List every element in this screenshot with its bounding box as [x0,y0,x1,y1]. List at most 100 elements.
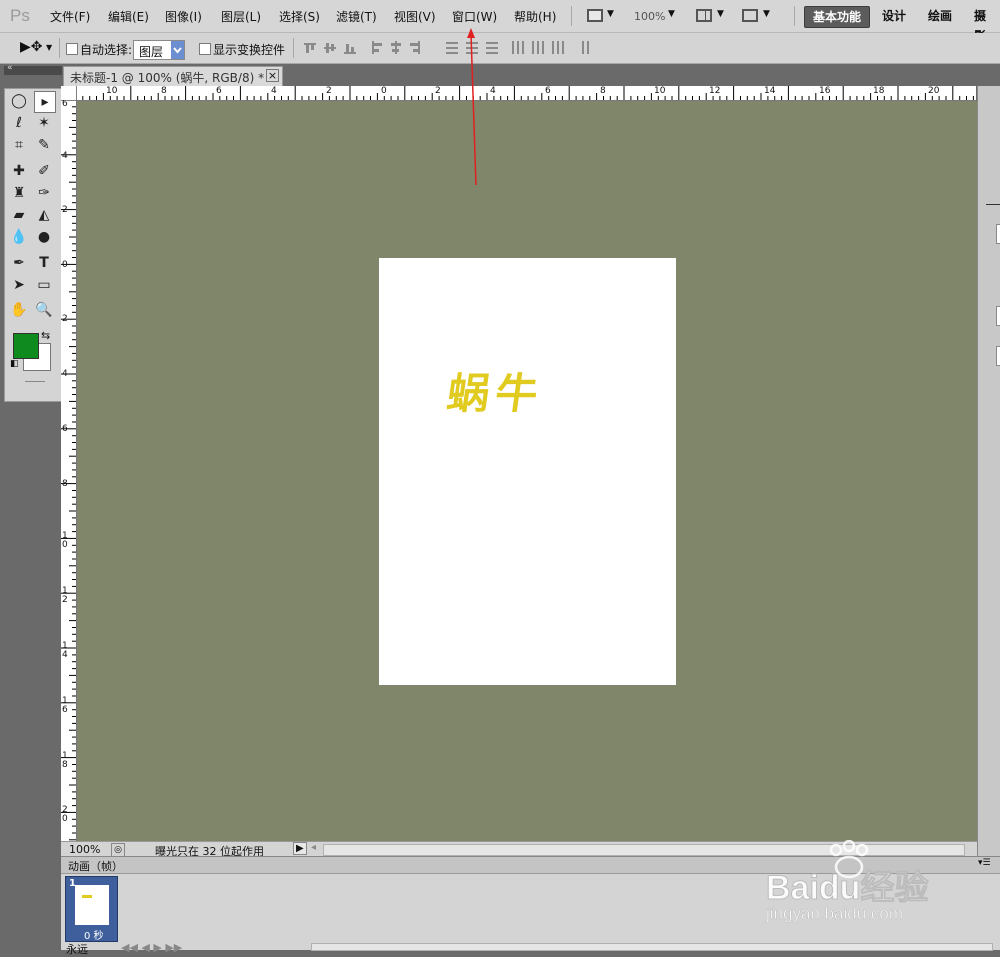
menu-filter[interactable]: 滤镜(T) [336,8,377,25]
workspace-design[interactable]: 设计 [874,6,914,26]
align-distribute-icons[interactable] [304,41,589,57]
menu-image[interactable]: 图像(I) [165,8,202,25]
arrange-documents-icon[interactable] [696,9,712,22]
show-transform-label: 显示变换控件 [213,43,286,57]
hruler-label: 6 [545,86,551,96]
shape-tool-icon[interactable]: ▭ [34,275,54,295]
horizontal-ruler-ticks [76,86,974,100]
brush-tool-icon[interactable]: ✐ [34,161,54,181]
bridge-icon[interactable] [587,9,603,22]
hruler-label: 2 [326,86,332,96]
workspace-photography[interactable]: 摄影 [966,6,1000,43]
chevron-down-icon[interactable] [171,41,184,59]
animation-frame[interactable]: 1 0 秒 [65,876,118,942]
watermark-url: jingyan.baidu.com [766,904,904,924]
workspace-painting[interactable]: 绘画 [920,6,960,26]
hruler-label: 12 [709,86,721,96]
panel-tab[interactable] [996,224,1000,244]
vruler-label: 0 [62,260,68,270]
magic-wand-icon[interactable]: ✶ [34,113,54,133]
hand-tool-icon[interactable]: ✋ [9,300,29,320]
pen-tool-icon[interactable]: ✒ [9,253,29,273]
foreground-color-swatch[interactable] [13,333,39,359]
clone-stamp-icon[interactable]: ♜ [9,183,29,203]
default-colors-icon[interactable]: ◧ [10,359,19,369]
zoom-tool-icon[interactable]: 🔍 [34,300,54,320]
chevron-down-icon: ▼ [763,9,770,19]
swap-colors-icon[interactable]: ⇆ [41,329,50,342]
workspace-basic[interactable]: 基本功能 [804,6,871,28]
hruler-label: 8 [161,86,167,96]
screen-mode-icon[interactable] [742,9,758,22]
panel-tab[interactable] [996,306,1000,326]
chevron-down-icon[interactable]: ▼ [668,9,675,19]
eraser-tool-icon[interactable]: ▰ [9,205,29,225]
zoom-level[interactable]: 100% [634,10,665,23]
status-zoom[interactable]: 100% [69,843,100,856]
show-transform-checkbox[interactable] [199,43,211,55]
playback-controls-icon[interactable]: ◀◀ ◀ ▶ ▶▶ [121,941,182,954]
lasso-tool-icon[interactable]: ℓ [9,113,29,133]
watermark-brand: Baidu经验 [765,869,929,908]
vruler-label: 10 [62,531,68,550]
document-canvas[interactable] [379,258,676,685]
frame-delay[interactable]: 0 秒 [84,927,104,942]
dodge-tool-icon[interactable]: ● [34,227,54,247]
auto-select-checkbox[interactable] [66,43,78,55]
ruler-corner [61,86,77,101]
hruler-label: 4 [490,86,496,96]
tools-panel: ◯ ▸ ℓ ✶ ⌗ ✎ ✚ ✐ ♜ ✑ ▰ ◭ 💧 ● ✒ T ➤ ▭ ✋ 🔍 … [4,88,62,402]
menu-help[interactable]: 帮助(H) [514,8,556,25]
hruler-label: 0 [381,86,387,96]
hruler-label: 18 [873,86,885,96]
menu-window[interactable]: 窗口(W) [452,8,497,25]
move-tool-icon[interactable]: ▶✥ [20,39,43,55]
blur-tool-icon[interactable]: 💧 [9,227,29,247]
chevron-down-icon: ▼ [607,9,614,19]
status-info-icon[interactable]: ◎ [111,843,125,857]
quick-mask-icon[interactable] [25,381,45,382]
panel-menu-icon[interactable]: ▾☰ [978,858,991,868]
animation-panel-title: 动画（帧） [68,860,123,873]
crop-tool-icon[interactable]: ⌗ [9,135,29,155]
chevron-down-icon[interactable]: ▼ [46,43,52,52]
vruler-label: 18 [62,751,68,770]
menu-divider [571,6,572,26]
marquee-tool-icon[interactable]: ◯ [9,91,29,111]
hruler-label: 4 [271,86,277,96]
paint-bucket-icon[interactable]: ◭ [34,205,54,225]
scroll-left-icon[interactable]: ◂ [311,842,316,853]
auto-select-label: 自动选择: [80,43,133,57]
menu-view[interactable]: 视图(V) [394,8,436,25]
menu-layer[interactable]: 图层(L) [221,8,261,25]
animation-scrollbar[interactable] [311,943,993,951]
move-tool-icon[interactable]: ▸ [34,91,56,113]
close-icon[interactable]: × [266,69,279,82]
eyedropper-icon[interactable]: ✎ [34,135,54,155]
path-selection-icon[interactable]: ➤ [9,275,29,295]
document-tab[interactable]: 未标题-1 @ 100% (蜗牛, RGB/8) * × [63,66,283,87]
menu-edit[interactable]: 编辑(E) [108,8,149,25]
horizontal-ruler: 10 8 6 4 2 0 2 4 6 8 10 12 14 16 18 20 [76,86,976,101]
chevron-down-icon: ▼ [717,9,724,19]
panel-tab[interactable] [996,346,1000,366]
collapse-icon[interactable]: « [7,63,13,73]
options-bar: ▶✥ ▼ 自动选择: 图层 显示变换控件 [0,33,1000,64]
canvas-text-layer[interactable]: 蜗牛 [444,360,549,421]
hruler-label: 6 [216,86,222,96]
type-tool-icon[interactable]: T [34,253,54,273]
vruler-label: 4 [62,151,68,161]
history-brush-icon[interactable]: ✑ [34,183,54,203]
loop-option[interactable]: 永远 [66,941,88,957]
layer-select[interactable]: 图层 [133,40,185,60]
hruler-label: 20 [928,86,940,96]
menu-file[interactable]: 文件(F) [50,8,90,25]
vruler-label: 2 [62,205,68,215]
healing-brush-icon[interactable]: ✚ [9,161,29,181]
options-divider [293,38,294,58]
status-menu-arrow-icon[interactable]: ▶ [293,842,307,855]
menu-select[interactable]: 选择(S) [279,8,320,25]
menu-divider [794,6,795,26]
toolbar-grip[interactable]: « [4,63,62,75]
layer-select-value: 图层 [139,45,164,59]
